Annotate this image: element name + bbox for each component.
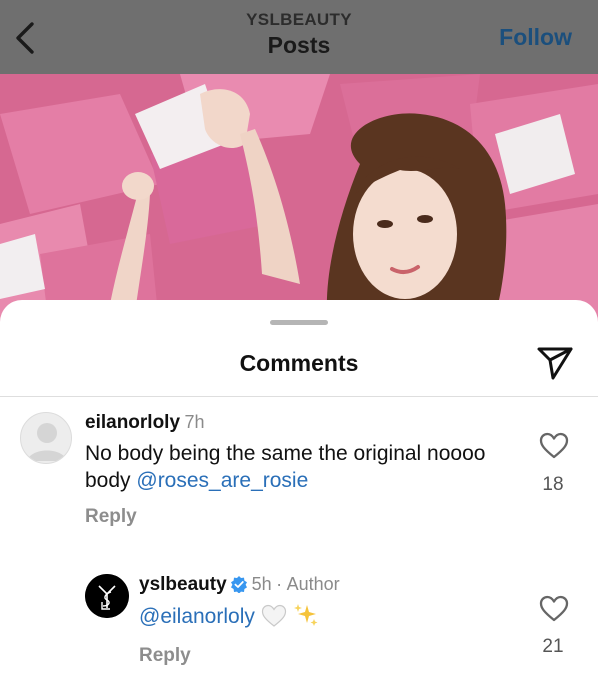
divider [0,396,598,397]
white-heart-icon [261,604,286,627]
post-image[interactable] [0,74,598,334]
author-label: Author [286,574,340,594]
reply-button[interactable]: Reply [139,645,191,667]
share-button[interactable] [536,345,574,381]
heart-outline-icon [539,595,569,622]
mention-link[interactable]: @eilanorloly [139,605,255,628]
comment-text: @eilanorloly [139,602,439,630]
avatar[interactable] [20,412,72,464]
meta-separator: · [276,574,283,594]
comment-header: yslbeauty 5h · Author [139,574,340,596]
mention-link[interactable]: @roses_are_rosie [136,469,308,492]
top-nav-bar: YSLBEAUTY Posts Follow [0,0,598,74]
reply-button[interactable]: Reply [85,506,137,528]
sheet-grabber[interactable] [270,320,328,325]
like-count: 18 [542,474,564,495]
comment-time: 5h [251,574,272,594]
like-button[interactable] [539,432,569,460]
paper-plane-icon [537,347,573,380]
follow-button[interactable]: Follow [499,24,572,51]
avatar-yslbeauty[interactable] [85,574,129,618]
comment-username[interactable]: yslbeauty [139,574,227,595]
verified-badge-icon [230,576,247,593]
heart-outline-icon [539,432,569,459]
comment-username[interactable]: eilanorloly [85,412,180,433]
dim-overlay [0,74,598,334]
comments-title: Comments [239,350,359,376]
like-count: 21 [542,636,564,657]
sparkles-icon [293,604,318,626]
comment-header: eilanorloly 7h [85,412,205,434]
ysl-logo-icon [85,574,129,618]
like-button[interactable] [539,595,569,623]
comments-sheet: Comments eilanorloly 7h No body being th… [0,300,598,680]
comment-time: 7h [184,412,205,432]
comment-text: No body being the same the original nooo… [85,440,515,494]
default-avatar-icon [27,423,67,461]
